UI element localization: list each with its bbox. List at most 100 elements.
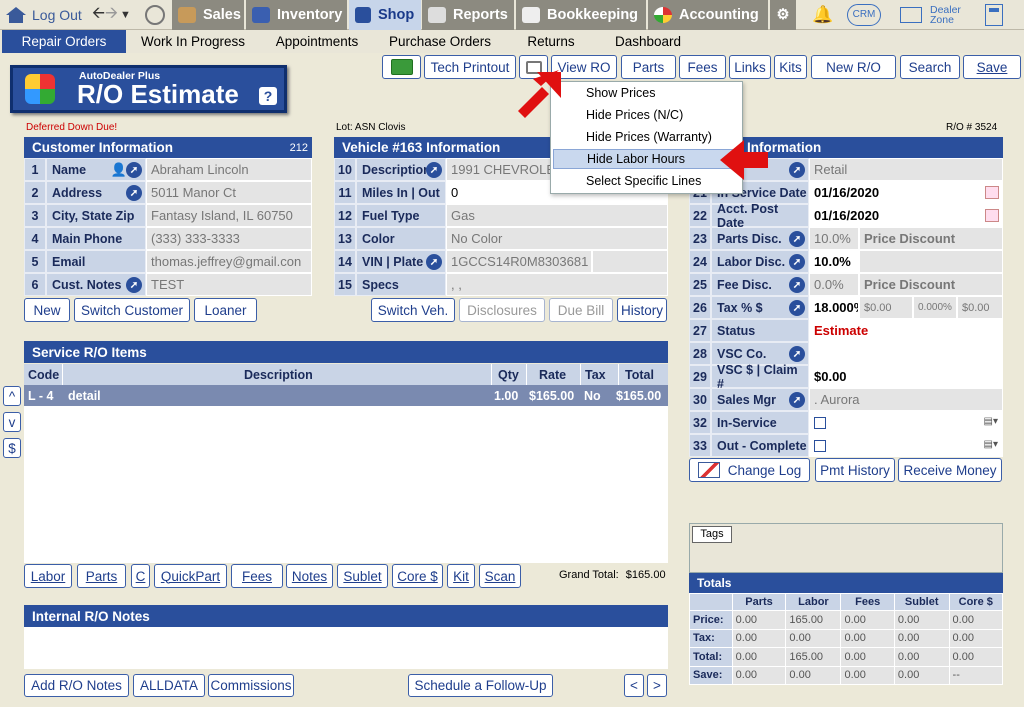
tax-amount-2[interactable]: $0.00 [957, 296, 1003, 319]
change-log-button[interactable]: Change Log [689, 458, 810, 482]
menu-item-show-prices[interactable]: Show Prices [553, 83, 740, 103]
field-value[interactable] [809, 342, 1003, 365]
link-arrow-icon[interactable]: ➚ [789, 392, 805, 408]
field-value[interactable]: Fantasy Island, IL 60750 [146, 204, 312, 227]
bell-icon[interactable]: 🔔 [812, 0, 833, 30]
user-face-icon[interactable] [145, 0, 165, 30]
calendar-icon[interactable] [985, 186, 999, 199]
nav-accounting[interactable]: Accounting [648, 0, 768, 30]
kits-button[interactable]: Kits [774, 55, 807, 79]
field-value[interactable]: 10.0% [809, 250, 859, 273]
loaner-button[interactable]: Loaner [194, 298, 257, 322]
datetime-field[interactable]: ▤▾ [809, 411, 1003, 434]
link-arrow-icon[interactable]: ➚ [426, 162, 442, 178]
chevron-down-icon[interactable]: ▼ [120, 9, 131, 21]
due-bill-button[interactable]: Due Bill [549, 298, 613, 322]
new-customer-button[interactable]: New [24, 298, 70, 322]
forward-arrow-icon[interactable]: 🡪 [105, 2, 118, 29]
internal-notes-body[interactable] [24, 627, 668, 669]
menu-item-hide-prices-nc[interactable]: Hide Prices (N/C) [553, 105, 740, 125]
link-arrow-icon[interactable]: ➚ [789, 277, 805, 293]
kit-button[interactable]: Kit [447, 564, 475, 588]
link-arrow-icon[interactable]: ➚ [789, 254, 805, 270]
nav-inventory[interactable]: Inventory [246, 0, 347, 30]
field-value[interactable]: 18.000% [809, 296, 859, 319]
notes-button[interactable]: Notes [286, 564, 333, 588]
link-arrow-icon[interactable]: ➚ [789, 300, 805, 316]
field-value[interactable]: TEST [146, 273, 312, 296]
nav-shop[interactable]: Shop [349, 0, 421, 30]
dealer-zone-button[interactable]: Dealer Zone [900, 0, 961, 30]
claim-number-input[interactable] [901, 365, 1003, 388]
field-value[interactable]: 10.0% [809, 227, 859, 250]
c-button[interactable]: C [131, 564, 150, 588]
tech-printout-button[interactable]: Tech Printout [424, 55, 516, 79]
calculator-icon[interactable] [985, 0, 1003, 30]
field-value[interactable]: thomas.jeffrey@gmail.con [146, 250, 312, 273]
date-field[interactable]: 01/16/2020 [809, 204, 1003, 227]
new-ro-button[interactable]: New R/O [811, 55, 896, 79]
field-value[interactable]: $0.00 [809, 365, 901, 388]
menu-item-select-specific-lines[interactable]: Select Specific Lines [553, 171, 740, 191]
save-folder-button[interactable] [382, 55, 421, 79]
payment-history-button[interactable]: Pmt History [815, 458, 895, 482]
tax-amount[interactable]: $0.00 [859, 296, 913, 319]
dropdown-icon[interactable]: ▤▾ [984, 416, 998, 427]
move-up-button[interactable]: ^ [3, 386, 21, 406]
field-value[interactable]: 0.0% [809, 273, 859, 296]
search-button[interactable]: Search [900, 55, 960, 79]
datetime-field[interactable]: ▤▾ [809, 434, 1003, 457]
back-arrow-icon[interactable]: 🡨 [92, 2, 105, 29]
link-arrow-icon[interactable]: ➚ [789, 346, 805, 362]
links-button[interactable]: Links [729, 55, 771, 79]
link-arrow-icon[interactable]: ➚ [789, 231, 805, 247]
tab-work-in-progress[interactable]: Work In Progress [131, 30, 255, 53]
receive-money-button[interactable]: Receive Money [898, 458, 1002, 482]
price-button[interactable]: $ [3, 438, 21, 458]
field-value[interactable]: 1GCCS14R0M8303681 [446, 250, 592, 273]
add-user-icon[interactable]: 👤 [111, 162, 127, 178]
field-value[interactable]: No Color [446, 227, 668, 250]
field-value[interactable]: 5011 Manor Ct [146, 181, 312, 204]
fees-button[interactable]: Fees [679, 55, 726, 79]
commissions-button[interactable]: Commissions [208, 674, 294, 697]
disclosures-button[interactable]: Disclosures [459, 298, 545, 322]
parts-button[interactable]: Parts [77, 564, 126, 588]
dropdown-icon[interactable]: ▤▾ [984, 439, 998, 450]
field-value[interactable]: Retail [809, 158, 1003, 181]
next-button[interactable]: > [647, 674, 667, 697]
settings-gear-icon[interactable]: ⚙ [770, 0, 796, 30]
core-button[interactable]: Core $ [392, 564, 443, 588]
discount-type[interactable]: Price Discount [859, 273, 1003, 296]
move-down-button[interactable]: v [3, 412, 21, 432]
checkbox[interactable] [814, 416, 826, 429]
switch-customer-button[interactable]: Switch Customer [74, 298, 190, 322]
add-ro-notes-button[interactable]: Add R/O Notes [24, 674, 129, 697]
history-button[interactable]: History [617, 298, 667, 322]
labor-button[interactable]: Labor [24, 564, 72, 588]
field-value[interactable]: Gas [446, 204, 668, 227]
field-value-extra[interactable] [859, 250, 1003, 273]
crm-button[interactable]: CRM [847, 0, 881, 30]
alldata-button[interactable]: ALLDATA [133, 674, 205, 697]
nav-reports[interactable]: Reports [422, 0, 514, 30]
schedule-follow-up-button[interactable]: Schedule a Follow-Up [408, 674, 553, 697]
link-arrow-icon[interactable]: ➚ [789, 162, 805, 178]
field-value[interactable]: . Aurora [809, 388, 1003, 411]
tab-returns[interactable]: Returns [520, 30, 582, 53]
field-value[interactable]: (333) 333-3333 [146, 227, 312, 250]
link-arrow-icon[interactable]: ➚ [126, 162, 142, 178]
tab-purchase-orders[interactable]: Purchase Orders [382, 30, 498, 53]
scan-button[interactable]: Scan [479, 564, 521, 588]
switch-vehicle-button[interactable]: Switch Veh. [371, 298, 455, 322]
tab-repair-orders[interactable]: Repair Orders [2, 30, 126, 53]
fees-button[interactable]: Fees [231, 564, 283, 588]
checkbox[interactable] [814, 439, 826, 452]
field-value[interactable]: Estimate [809, 319, 1003, 342]
quickpart-button[interactable]: QuickPart [154, 564, 227, 588]
menu-item-hide-labor-hours[interactable]: Hide Labor Hours [553, 149, 740, 169]
tags-box[interactable]: Tags [689, 523, 1003, 573]
logout-link[interactable]: Log Out [6, 0, 82, 30]
field-value[interactable]: , , [446, 273, 668, 296]
plate-value[interactable] [592, 250, 668, 273]
